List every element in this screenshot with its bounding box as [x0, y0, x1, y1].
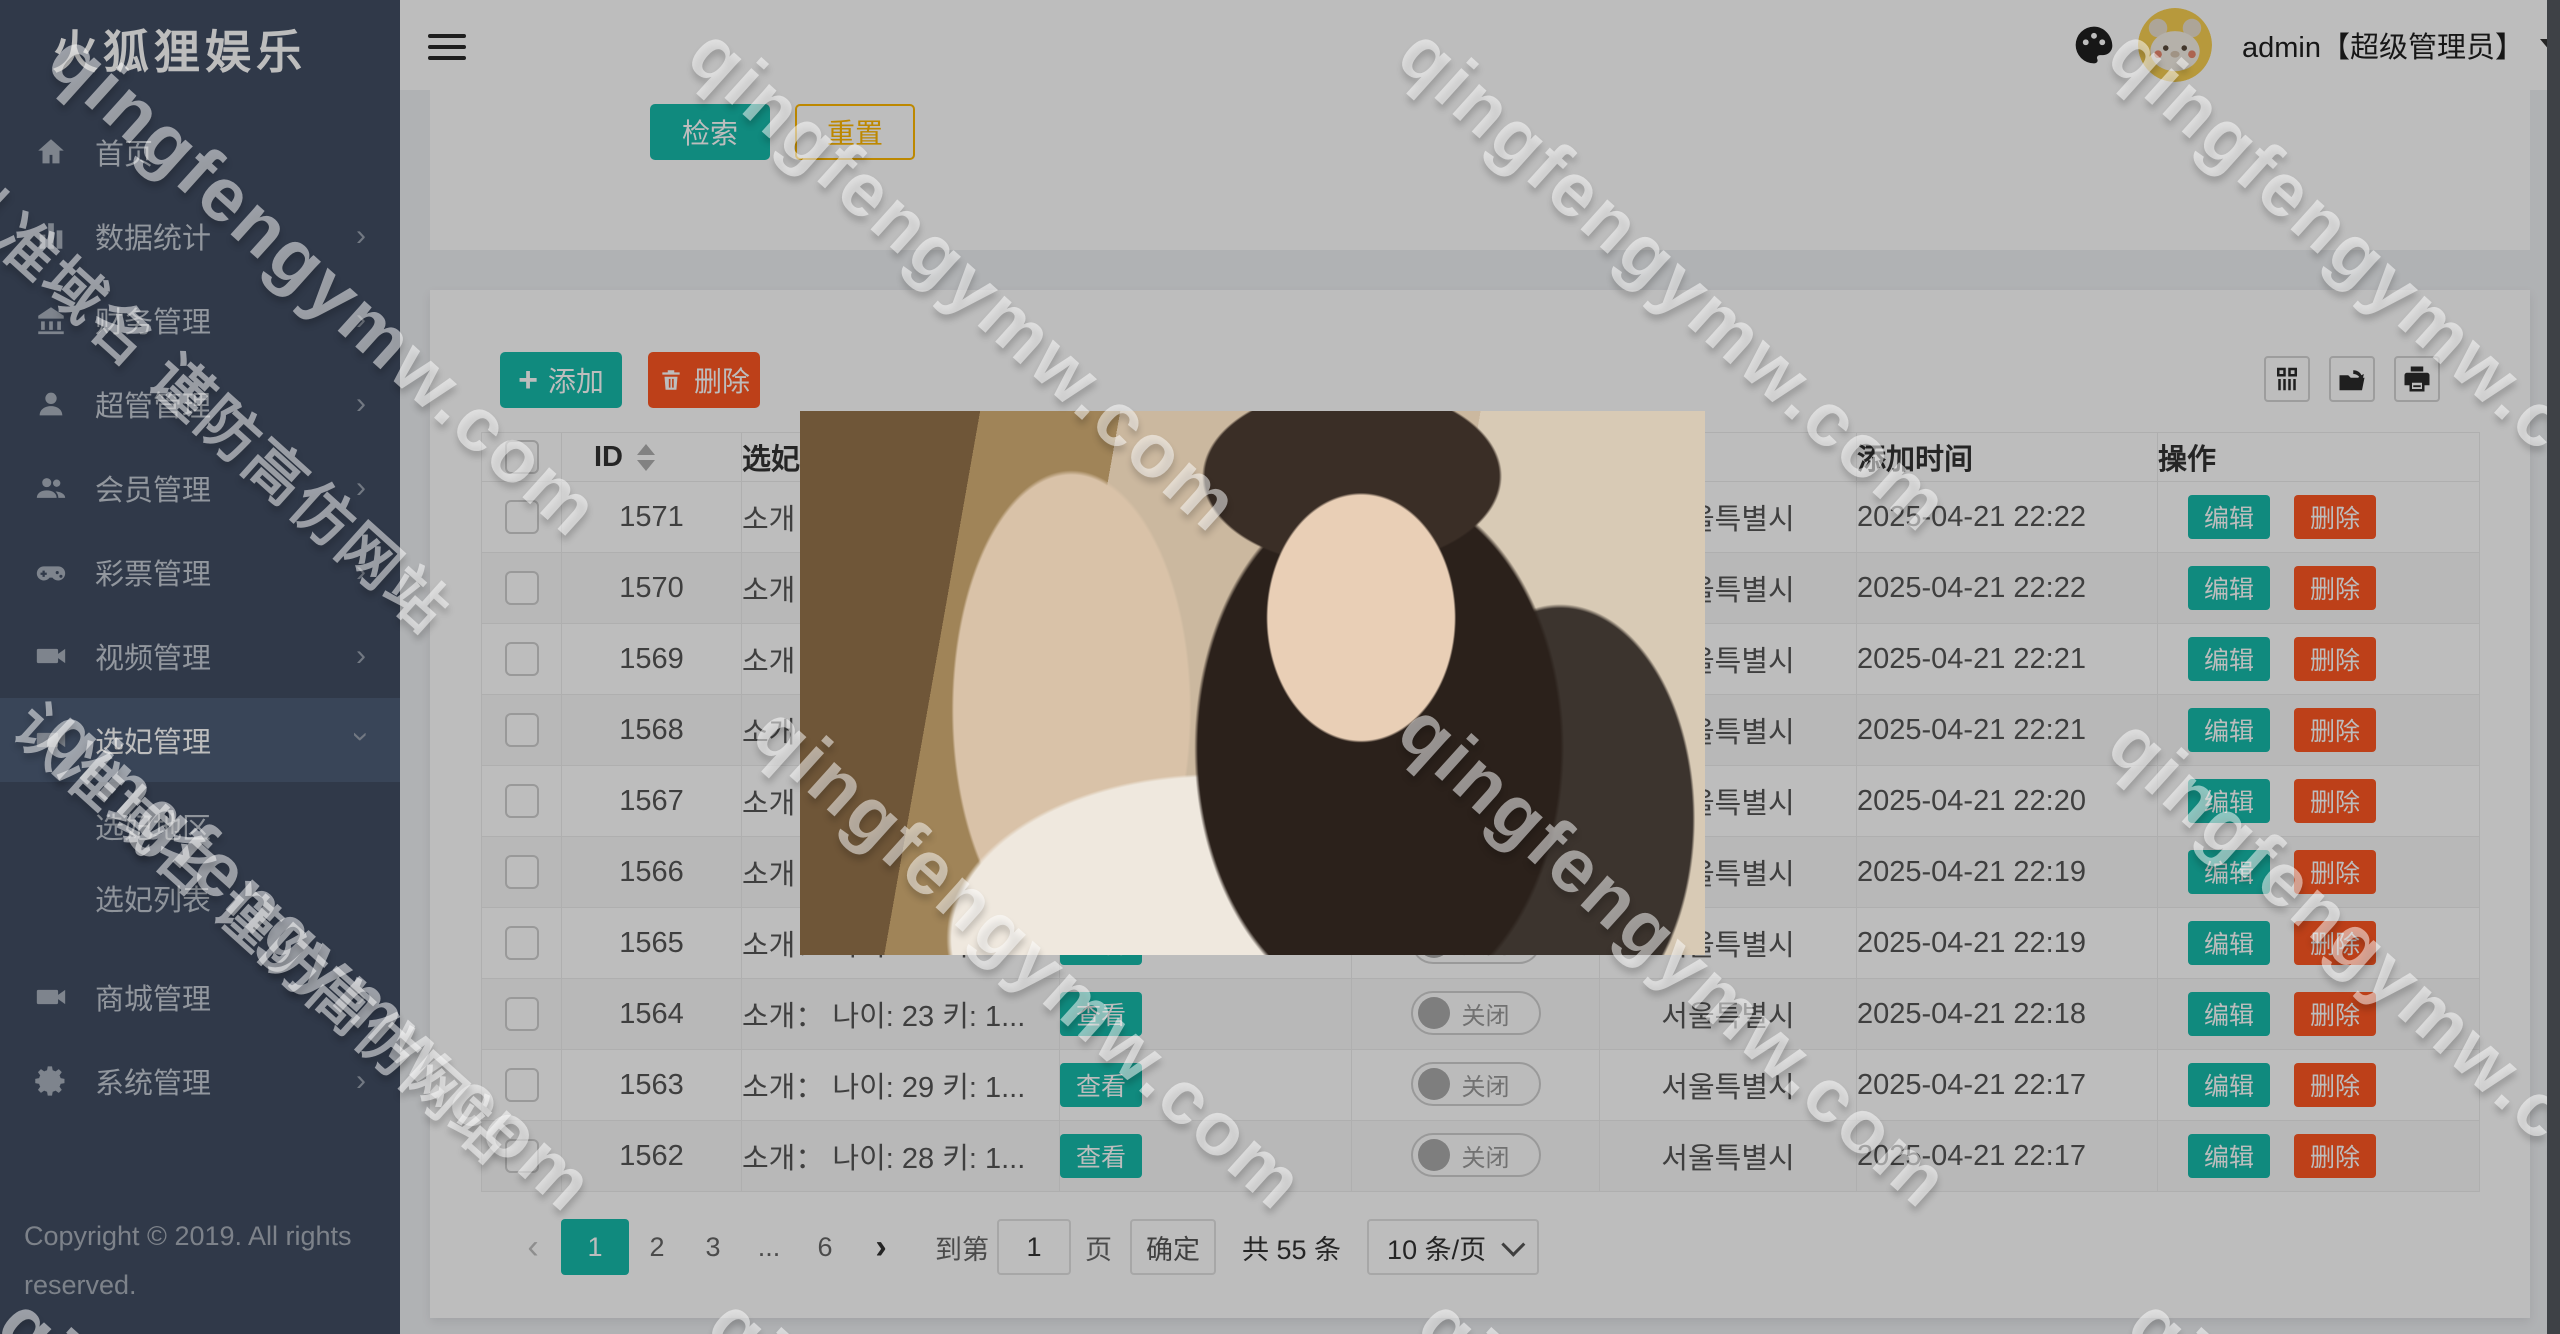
admin-page: 火狐狸娱乐 首页数据统计›财务管理›超管管理›会员管理›彩票管理›视频管理›选妃… — [0, 0, 2560, 1334]
vertical-scrollbar[interactable] — [2547, 0, 2560, 1334]
photo-preview[interactable] — [800, 411, 1705, 955]
